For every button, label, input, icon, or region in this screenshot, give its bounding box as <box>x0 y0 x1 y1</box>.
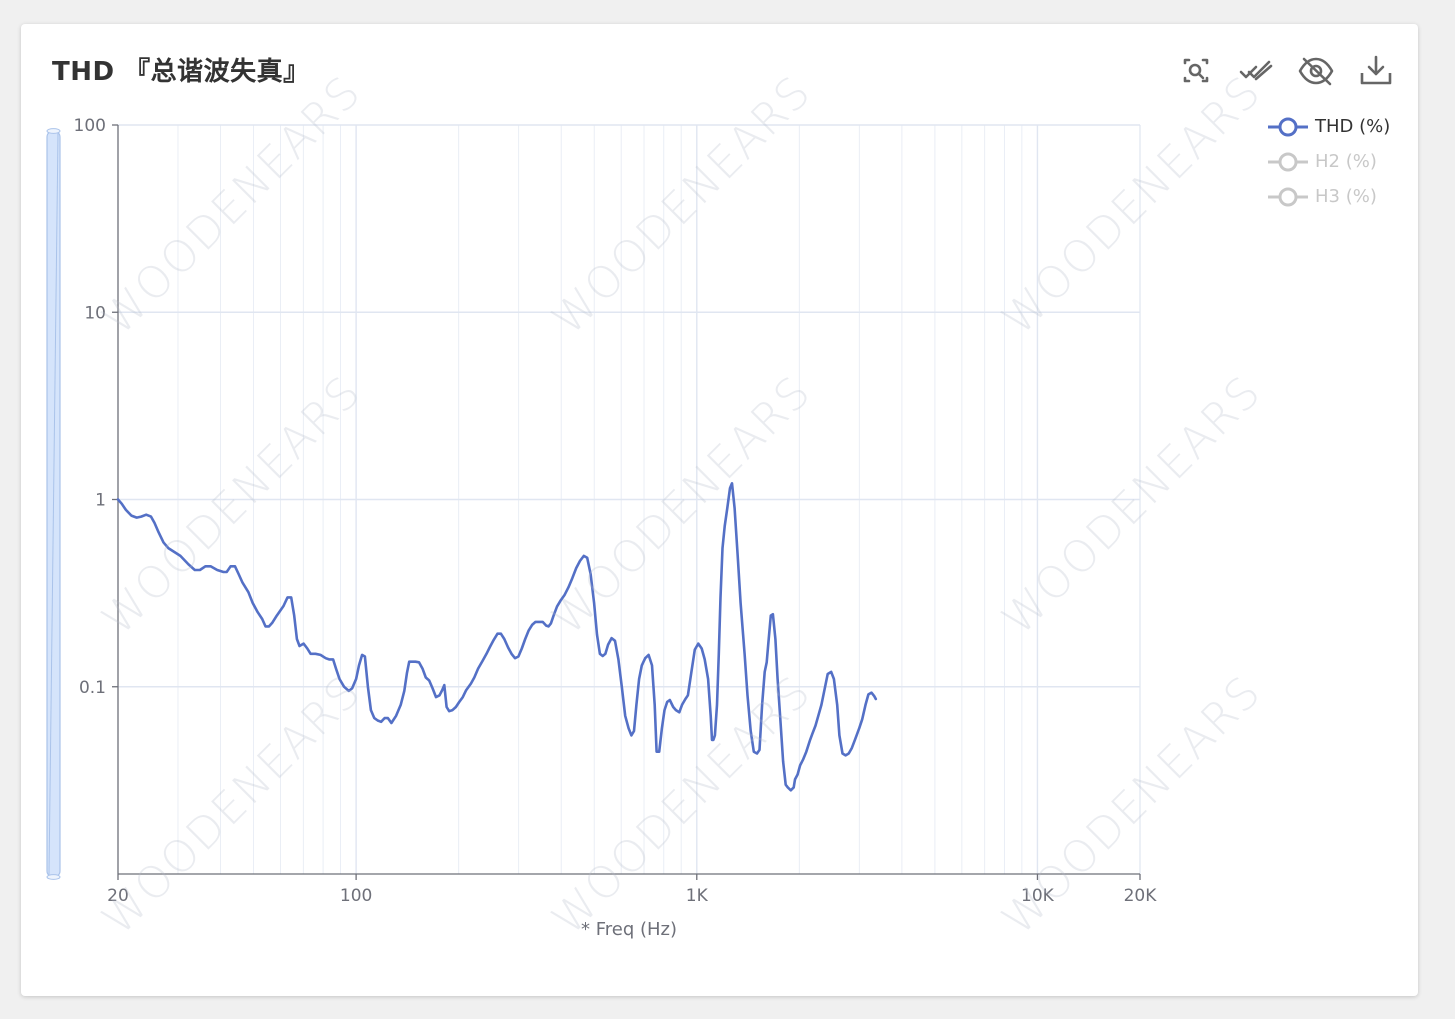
horizontal-grid <box>118 124 1140 688</box>
legend-item-h2[interactable]: H2 (%) <box>1266 147 1406 182</box>
x-tick-label: 20K <box>1124 886 1158 906</box>
legend-line-circle-icon <box>1268 117 1308 137</box>
x-tick-label: 1K <box>686 886 709 906</box>
x-axis-ticks: 20 100 1K 10K 20K <box>107 874 1157 906</box>
legend-label-h3: H3 (%) <box>1315 186 1377 207</box>
y-tick-label: 0.1 <box>79 678 106 698</box>
legend-item-h3[interactable]: H3 (%) <box>1266 182 1406 217</box>
x-tick-label: 100 <box>340 886 372 906</box>
y-tick-label: 10 <box>84 303 106 323</box>
y-tick-label: 1 <box>95 491 106 511</box>
legend-line-circle-icon <box>1268 187 1308 207</box>
slider-handle-bottom[interactable] <box>46 874 61 880</box>
legend-item-thd[interactable]: THD (%) <box>1266 112 1406 147</box>
y-axis-ticks: 100 10 1 0.1 <box>74 116 118 698</box>
legend-label-thd: THD (%) <box>1315 116 1391 137</box>
series-layer <box>116 482 878 792</box>
series-line-thd <box>116 482 878 792</box>
y-tick-label: 100 <box>74 116 106 136</box>
slider-handle-top[interactable] <box>46 128 61 134</box>
legend-line-circle-icon <box>1268 152 1308 172</box>
y-zoom-slider[interactable] <box>46 128 61 880</box>
x-axis-title: * Freq (Hz) <box>581 919 677 940</box>
thd-chart: 20 100 1K 10K 20K 100 10 1 0.1 * Freq (Hz) <box>46 116 1157 940</box>
legend-label-h2: H2 (%) <box>1315 151 1377 172</box>
x-tick-label: 20 <box>107 886 129 906</box>
chart-legend: THD (%) H2 (%) H3 (%) <box>1266 112 1406 217</box>
x-tick-label: 10K <box>1021 886 1055 906</box>
